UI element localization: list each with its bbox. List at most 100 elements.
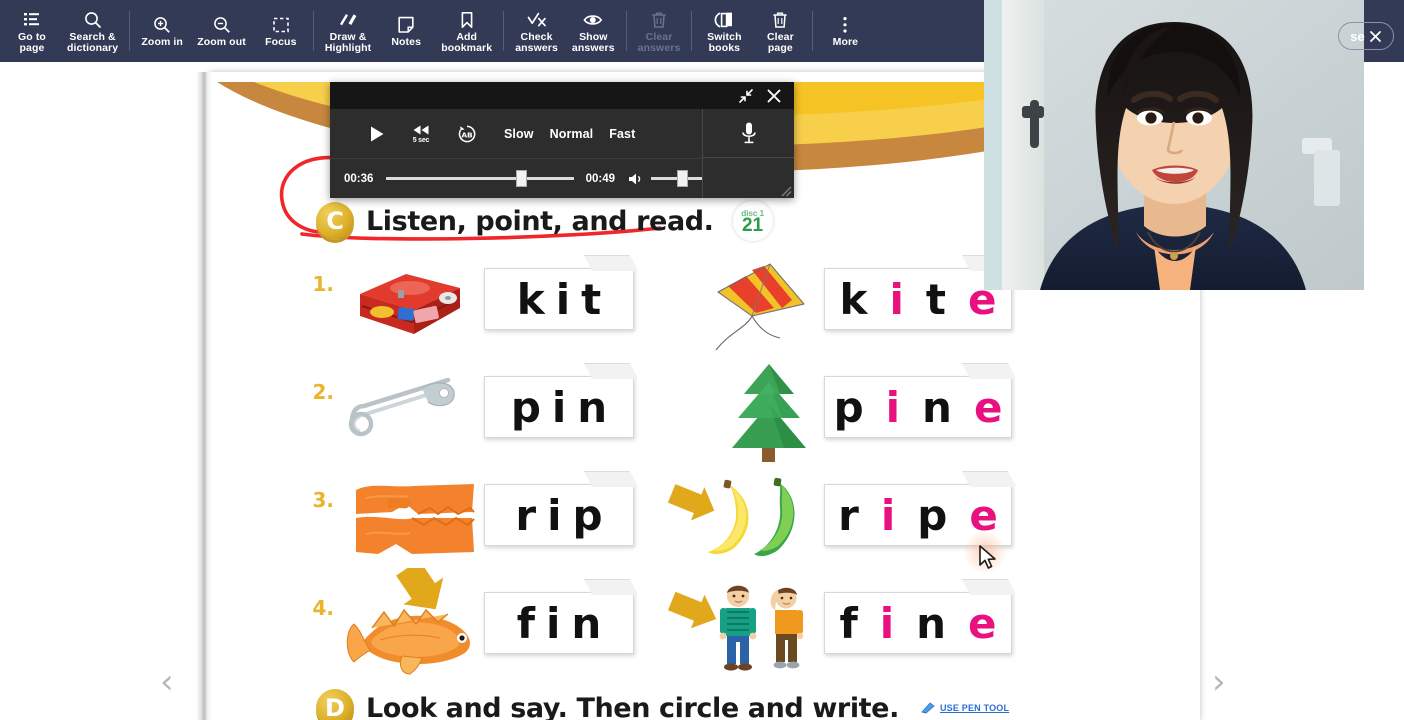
row-number: 1. — [312, 272, 334, 296]
toolbar-divider — [691, 11, 693, 51]
tool-label: Show answers — [571, 30, 615, 54]
word-text: rip — [515, 490, 614, 540]
tool-label: Zoom out — [197, 36, 246, 49]
video-overlay[interactable] — [984, 0, 1364, 290]
word-card-fine[interactable]: fine — [824, 592, 1012, 654]
note-icon — [396, 13, 416, 35]
tool-show-answers[interactable]: Show answers — [565, 0, 622, 62]
section-letter-badge: D — [316, 689, 354, 720]
speed-slow-button[interactable]: Slow — [504, 127, 534, 141]
word-text-i: i — [885, 382, 912, 432]
toolbar-divider — [503, 11, 505, 51]
tool-label: Focus — [265, 36, 297, 49]
next-page-button[interactable]: › — [1212, 662, 1226, 702]
close-video-button[interactable]: se — [1338, 22, 1394, 50]
check-x-icon — [526, 8, 548, 30]
pine-tree-image — [732, 364, 806, 462]
fish-fin-image — [346, 568, 470, 675]
word-text-r: r — [838, 490, 870, 540]
word-text-n: n — [916, 598, 958, 648]
pen-icon — [921, 702, 935, 714]
switch-books-icon — [713, 8, 735, 30]
ripped-cloth-image — [356, 484, 475, 554]
tool-add-bookmark[interactable]: Add bookmark — [434, 0, 499, 62]
word-text-e: e — [968, 598, 1008, 648]
tool-search-dictionary[interactable]: Search & dictionary — [60, 0, 125, 62]
player-record-area — [702, 109, 794, 198]
pen-highlight-icon — [337, 8, 359, 30]
disc-badge: disc 1 21 — [731, 200, 774, 242]
word-text-f: f — [839, 598, 869, 648]
tool-check-answers[interactable]: Check answers — [508, 0, 565, 62]
word-card-ripe[interactable]: ripe — [824, 484, 1012, 546]
ab-repeat-button[interactable]: AB — [456, 123, 478, 145]
word-text-n: n — [922, 382, 963, 432]
book-spine — [196, 72, 212, 720]
current-time: 00:36 — [344, 172, 374, 185]
minimize-icon[interactable] — [738, 88, 754, 104]
exercise-row: 4. fin f i n e — [212, 568, 1200, 682]
microphone-icon — [741, 122, 756, 144]
word-text: pin — [510, 382, 619, 432]
more-vertical-icon — [835, 13, 855, 35]
tool-zoom-out[interactable]: Zoom out — [190, 0, 253, 62]
volume-thumb[interactable] — [676, 170, 688, 187]
play-button[interactable] — [368, 125, 386, 143]
app-root: Go to page Search & dictionary Zoom in Z… — [0, 0, 1404, 720]
disc-number: 21 — [741, 214, 764, 236]
tool-notes[interactable]: Notes — [378, 0, 434, 62]
section-title: Listen, point, and read. — [366, 205, 714, 237]
tool-zoom-in[interactable]: Zoom in — [134, 0, 190, 62]
close-label: se — [1350, 28, 1365, 44]
tool-label: Clear answers — [637, 30, 681, 54]
zoom-in-icon — [152, 13, 172, 35]
fine-boys-image — [668, 585, 804, 671]
word-text-i: i — [880, 490, 907, 540]
tool-label: Switch books — [707, 30, 742, 54]
tool-go-to-page[interactable]: Go to page — [4, 0, 60, 62]
trash-icon — [770, 8, 790, 30]
speed-normal-button[interactable]: Normal — [550, 127, 594, 141]
player-title-bar — [330, 82, 794, 109]
tool-clear-page[interactable]: Clear page — [752, 0, 808, 62]
speed-fast-button[interactable]: Fast — [609, 127, 635, 141]
toolbar-divider — [312, 11, 314, 51]
tool-focus[interactable]: Focus — [253, 0, 309, 62]
exercise-row: 3. rip r i p e — [212, 466, 1200, 574]
tool-draw-highlight[interactable]: Draw & Highlight — [318, 0, 378, 62]
prev-page-button[interactable]: ‹ — [160, 662, 174, 702]
audio-player-panel: 5 sec AB Slow Normal Fast 00:36 00:49 — [330, 82, 794, 198]
microphone-button[interactable] — [703, 109, 794, 158]
player-control-row: 5 sec AB Slow Normal Fast — [330, 109, 702, 158]
progress-thumb[interactable] — [516, 170, 527, 187]
volume-slider[interactable] — [650, 170, 702, 187]
rewind-5sec-button[interactable]: 5 sec — [412, 124, 430, 144]
word-card-pin[interactable]: pin — [484, 376, 634, 438]
toolbar-divider — [625, 11, 627, 51]
eye-icon — [582, 8, 604, 30]
word-text-t: t — [925, 274, 957, 324]
progress-slider[interactable] — [386, 170, 574, 187]
presenter-video-frame — [984, 0, 1364, 290]
word-text: fin — [516, 598, 613, 648]
tool-label: Clear page — [767, 30, 794, 54]
word-card-rip[interactable]: rip — [484, 484, 634, 546]
section-letter-badge: C — [316, 202, 354, 240]
tool-clear-answers[interactable]: Clear answers — [631, 0, 688, 62]
tool-label: Notes — [391, 36, 422, 49]
word-card-kit[interactable]: kit — [484, 268, 634, 330]
use-pen-tool-badge[interactable]: USE PEN TOOL — [921, 702, 1009, 714]
search-icon — [83, 8, 103, 30]
tool-more[interactable]: More — [817, 0, 873, 62]
toolbar-divider — [812, 11, 814, 51]
volume-icon[interactable] — [628, 172, 643, 186]
word-card-fin[interactable]: fin — [484, 592, 634, 654]
tool-label: More — [832, 36, 859, 49]
tool-switch-books[interactable]: Switch books — [696, 0, 752, 62]
kite-image — [715, 263, 805, 351]
section-title: Look and say. Then circle and write. — [366, 692, 899, 720]
close-icon[interactable] — [766, 88, 782, 104]
word-card-pine[interactable]: pine — [824, 376, 1012, 438]
section-c-heading: C Listen, point, and read. disc 1 21 — [316, 200, 774, 242]
resize-handle[interactable] — [780, 185, 792, 197]
